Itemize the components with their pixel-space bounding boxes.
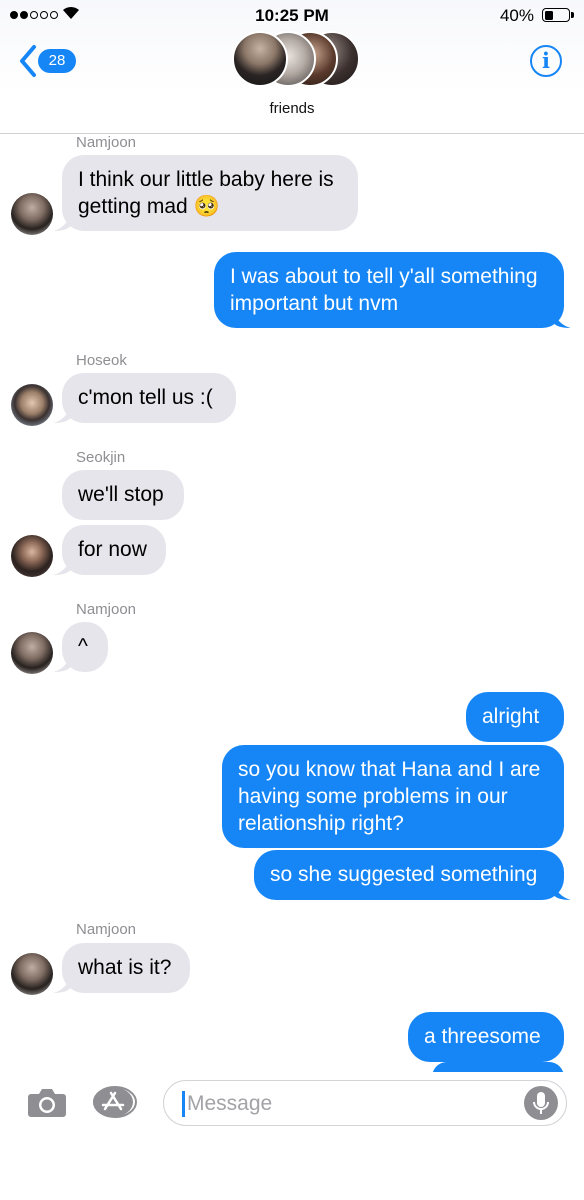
status-time: 10:25 PM bbox=[255, 6, 329, 25]
sender-name: Namjoon bbox=[76, 601, 137, 618]
avatar[interactable] bbox=[11, 535, 53, 577]
incoming-message[interactable]: we'll stop bbox=[62, 470, 184, 520]
group-avatar-1 bbox=[232, 31, 288, 87]
info-icon: i bbox=[542, 48, 550, 73]
message-input[interactable]: Message bbox=[163, 1080, 567, 1126]
battery-percent: 40% bbox=[499, 6, 534, 25]
avatar[interactable] bbox=[11, 632, 53, 674]
outgoing-message[interactable]: so you know that Hana and I are having s… bbox=[222, 745, 564, 848]
text-cursor bbox=[182, 1091, 185, 1117]
avatar[interactable] bbox=[11, 193, 53, 235]
message-composer: Message bbox=[0, 1072, 584, 1200]
incoming-message[interactable]: for now bbox=[62, 525, 166, 575]
avatar[interactable] bbox=[11, 384, 53, 426]
group-name: friends bbox=[269, 100, 315, 117]
sender-name: Seokjin bbox=[76, 449, 126, 466]
status-bar: 10:25 PM 40% bbox=[0, 0, 584, 30]
sender-name: Hoseok bbox=[76, 352, 127, 369]
incoming-message[interactable]: what is it? bbox=[62, 943, 190, 993]
app-store-icon[interactable] bbox=[92, 1086, 138, 1118]
unread-count-badge: 28 bbox=[38, 49, 76, 73]
outgoing-message[interactable]: so she suggested something bbox=[254, 850, 564, 900]
microphone-icon bbox=[533, 1092, 549, 1114]
incoming-message[interactable]: c'mon tell us :( bbox=[62, 373, 236, 423]
microphone-button[interactable] bbox=[524, 1086, 558, 1120]
back-button[interactable]: 28 bbox=[18, 44, 76, 78]
outgoing-message[interactable]: a threesome bbox=[408, 1012, 564, 1062]
group-avatar-stack[interactable] bbox=[232, 31, 362, 89]
camera-icon[interactable] bbox=[27, 1086, 67, 1118]
outgoing-message[interactable]: alright bbox=[466, 692, 564, 742]
sender-name: Namjoon bbox=[76, 134, 137, 151]
outgoing-message[interactable]: I was about to tell y'all something impo… bbox=[214, 252, 564, 328]
sender-name: Namjoon bbox=[76, 921, 137, 938]
chevron-left-icon bbox=[20, 45, 36, 77]
battery-icon bbox=[542, 8, 570, 22]
avatar[interactable] bbox=[11, 953, 53, 995]
incoming-message[interactable]: I think our little baby here is getting … bbox=[62, 155, 358, 231]
message-placeholder: Message bbox=[187, 1092, 273, 1115]
info-button[interactable]: i bbox=[530, 45, 562, 77]
